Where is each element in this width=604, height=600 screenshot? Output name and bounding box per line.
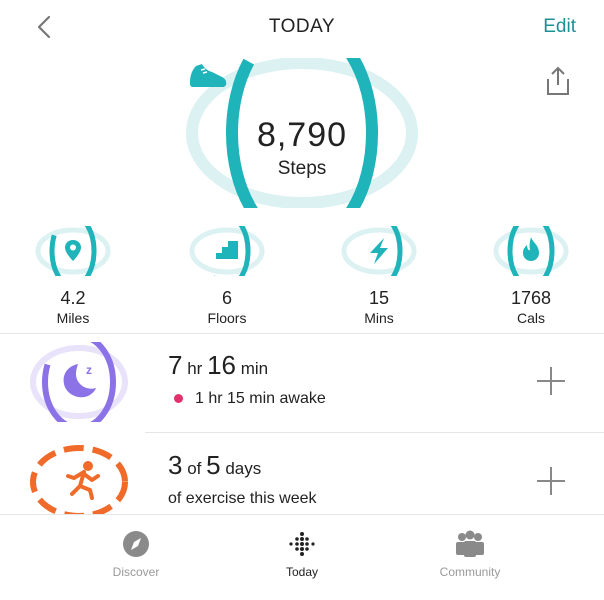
- calories-progress-ring: [493, 226, 569, 276]
- exercise-tile[interactable]: 3 of 5 days of exercise this week: [0, 436, 604, 519]
- minutes-label: Mins: [364, 310, 394, 326]
- tab-today-label: Today: [285, 565, 319, 579]
- exercise-summary: 3 of 5 days: [168, 450, 261, 481]
- stat-miles[interactable]: 4.2 Miles: [18, 226, 128, 326]
- floors-value: 6: [221, 288, 232, 308]
- stat-calories[interactable]: 1768 Cals: [476, 226, 586, 326]
- page-title: TODAY: [268, 16, 336, 37]
- steps-count: 8,790: [256, 116, 348, 154]
- flame-icon: [523, 237, 539, 261]
- stat-active-minutes[interactable]: 15 Mins: [324, 226, 434, 326]
- fitbit-dots-icon: [289, 532, 315, 556]
- bottom-tab-bar: Discover Today Community: [0, 514, 604, 600]
- sleep-hr-unit: hr: [187, 359, 203, 378]
- sleep-duration: 7 hr 16 min: [168, 350, 268, 381]
- svg-text:z: z: [86, 363, 92, 377]
- miles-progress-ring: [35, 226, 111, 276]
- tab-community-label: Community: [439, 565, 501, 579]
- minutes-value: 15: [368, 288, 390, 308]
- lightning-bolt-icon: [370, 238, 388, 264]
- moon-icon: z: [63, 363, 96, 398]
- sleep-min-unit: min: [240, 359, 269, 378]
- exercise-of: of: [187, 459, 202, 478]
- tab-community[interactable]: Community: [400, 529, 540, 591]
- exercise-goal: 5: [206, 450, 221, 480]
- running-person-icon: [66, 461, 100, 500]
- divider: [145, 432, 604, 433]
- location-pin-icon: [65, 240, 81, 261]
- miles-label: Miles: [56, 310, 90, 326]
- floors-progress-ring: [189, 226, 265, 276]
- share-icon[interactable]: [540, 64, 576, 98]
- floors-label: Floors: [207, 310, 247, 326]
- miles-value: 4.2: [60, 288, 86, 308]
- sleep-hours: 7: [168, 350, 183, 380]
- people-icon: [456, 530, 484, 557]
- exercise-unit: days: [225, 459, 262, 478]
- stairs-icon: [216, 241, 238, 259]
- steps-label: Steps: [277, 158, 327, 179]
- tab-discover[interactable]: Discover: [66, 529, 206, 591]
- sleep-minutes: 16: [207, 350, 236, 380]
- header-bar: TODAY Edit: [0, 0, 604, 56]
- exercise-sub-text: of exercise this week: [168, 490, 317, 507]
- add-exercise-button[interactable]: [534, 464, 568, 498]
- calories-label: Cals: [516, 310, 545, 326]
- calories-value: 1768: [510, 288, 552, 308]
- compass-icon: [123, 531, 149, 557]
- stat-floors[interactable]: 6 Floors: [172, 226, 282, 326]
- shoe-icon: [190, 64, 227, 87]
- sleep-tile[interactable]: z 7 hr 16 min 1 hr 15 min awake: [0, 336, 604, 432]
- steps-ring[interactable]: 8,790 Steps: [184, 58, 420, 208]
- divider: [0, 333, 604, 334]
- awake-dot-icon: [174, 393, 183, 403]
- sleep-awake-line: 1 hr 15 min awake: [168, 390, 326, 408]
- exercise-done: 3: [168, 450, 183, 480]
- sleep-awake-text: 1 hr 15 min awake: [195, 390, 326, 407]
- edit-button[interactable]: Edit: [543, 16, 576, 38]
- sleep-badge: z: [30, 342, 128, 422]
- tab-discover-label: Discover: [112, 565, 160, 579]
- active-minutes-progress-ring: [341, 226, 417, 276]
- exercise-badge: [30, 445, 128, 519]
- add-sleep-button[interactable]: [534, 364, 568, 398]
- tab-today[interactable]: Today: [232, 529, 372, 591]
